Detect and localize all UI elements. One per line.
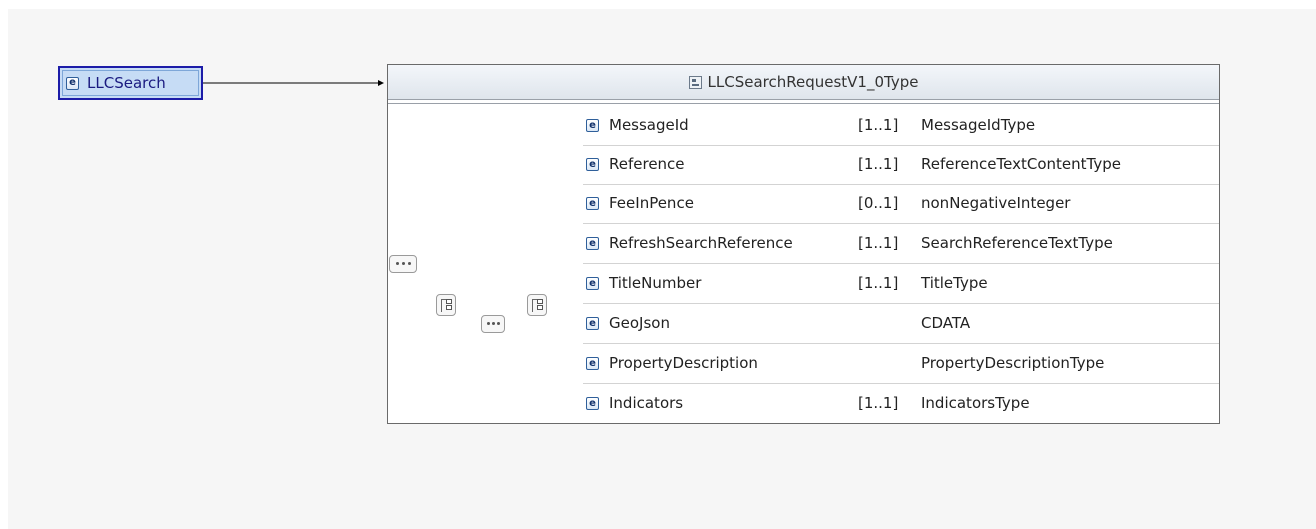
child-element-row[interactable]: e GeoJson CDATA: [583, 304, 1219, 344]
child-element-cardinality: [1..1]: [858, 234, 899, 252]
child-element-row[interactable]: e Reference [1..1] ReferenceTextContentT…: [583, 145, 1219, 185]
child-element-type: IndicatorsType: [921, 394, 1030, 412]
child-element-type: CDATA: [921, 314, 971, 332]
child-element-row[interactable]: e PropertyDescription PropertyDescriptio…: [583, 344, 1219, 384]
root-element-llcsearch[interactable]: e LLCSearch: [58, 66, 203, 100]
child-element-name: RefreshSearchReference: [609, 234, 793, 252]
child-element-row[interactable]: e MessageId [1..1] MessageIdType: [583, 106, 1219, 146]
child-element-cardinality: [0..1]: [858, 194, 899, 212]
complex-type-header: LLCSearchRequestV1_0Type: [388, 65, 1219, 104]
element-icon: e: [586, 277, 599, 290]
child-element-row[interactable]: e Indicators [1..1] IndicatorsType: [583, 384, 1219, 423]
child-element-name: Reference: [609, 155, 685, 173]
complex-type-box[interactable]: LLCSearchRequestV1_0Type e MessageId [1.…: [387, 64, 1220, 424]
element-icon: e: [586, 397, 599, 410]
child-element-type: TitleType: [921, 274, 988, 292]
child-element-row[interactable]: e RefreshSearchReference [1..1] SearchRe…: [583, 224, 1219, 264]
sequence-compositor-icon[interactable]: [481, 315, 505, 333]
child-element-type: PropertyDescriptionType: [921, 354, 1105, 372]
sequence-compositor-icon[interactable]: [389, 255, 417, 273]
child-element-name: Indicators: [609, 394, 684, 412]
complex-type-title: LLCSearchRequestV1_0Type: [707, 73, 919, 91]
element-icon: e: [586, 197, 599, 210]
root-element-label: LLCSearch: [87, 74, 166, 92]
child-element-row[interactable]: e TitleNumber [1..1] TitleType: [583, 264, 1219, 304]
child-element-name: TitleNumber: [609, 274, 702, 292]
child-element-type: SearchReferenceTextType: [921, 234, 1113, 252]
element-icon: e: [586, 237, 599, 250]
child-element-cardinality: [1..1]: [858, 116, 899, 134]
child-element-name: GeoJson: [609, 314, 670, 332]
child-element-type: MessageIdType: [921, 116, 1036, 134]
element-icon: e: [586, 119, 599, 132]
element-icon: e: [66, 76, 79, 90]
child-element-type: ReferenceTextContentType: [921, 155, 1121, 173]
element-icon: e: [586, 317, 599, 330]
child-element-cardinality: [1..1]: [858, 274, 899, 292]
arrowhead-icon: [378, 80, 384, 86]
element-icon: e: [586, 357, 599, 370]
child-element-row[interactable]: e FeeInPence [0..1] nonNegativeInteger: [583, 184, 1219, 224]
child-element-name: PropertyDescription: [609, 354, 758, 372]
choice-compositor-icon[interactable]: [436, 294, 456, 316]
child-element-name: FeeInPence: [609, 194, 694, 212]
choice-compositor-icon[interactable]: [527, 294, 547, 316]
complex-type-icon: [688, 75, 702, 89]
child-element-name: MessageId: [609, 116, 689, 134]
element-icon: e: [586, 158, 599, 171]
child-element-cardinality: [1..1]: [858, 394, 899, 412]
child-element-cardinality: [1..1]: [858, 155, 899, 173]
child-element-type: nonNegativeInteger: [921, 194, 1071, 212]
